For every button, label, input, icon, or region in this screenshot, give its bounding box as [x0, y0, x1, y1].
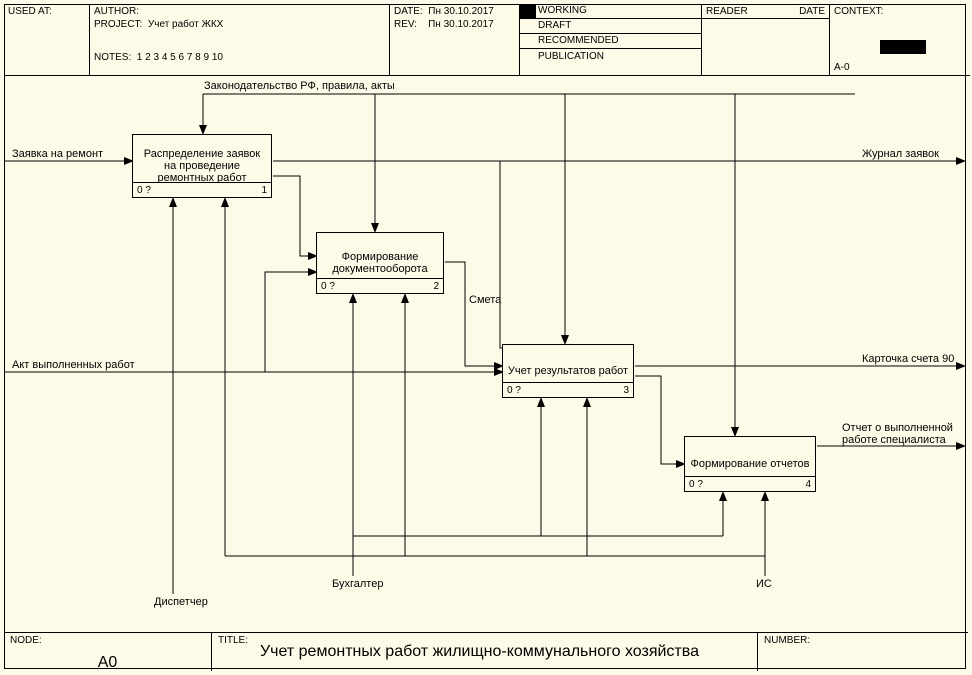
node3-right: 3 [623, 385, 629, 396]
node3-title: Учет результатов работ [508, 365, 628, 377]
status-cell: WORKING DRAFT RECOMMENDED PUBLICATION [520, 4, 702, 76]
node1-right: 1 [261, 185, 267, 196]
context-label: CONTEXT: [834, 6, 883, 17]
reader-label: READER [706, 6, 748, 17]
status-publication: PUBLICATION [520, 49, 701, 65]
diagram-body: Заявка на ремонт Акт выполненных работ З… [4, 76, 968, 637]
output-card-label: Карточка счета 90 [862, 353, 954, 365]
date-value: Пн 30.10.2017 [428, 6, 494, 17]
notes-value: 1 2 3 4 5 6 7 8 9 10 [137, 52, 223, 63]
output-report-label-2: работе специалиста [842, 434, 946, 446]
used-at-label: USED AT: [8, 6, 52, 17]
notes-label: NOTES: [94, 52, 131, 63]
node2-right: 2 [433, 281, 439, 292]
node1-title: Распределение заявок на проведение ремон… [137, 148, 267, 184]
header: USED AT: AUTHOR: PROJECT: Учет работ ЖКХ… [4, 4, 968, 76]
reader-cell: READER DATE [702, 4, 830, 76]
node3-left: 0 ? [507, 385, 521, 396]
reader-date-label: DATE [799, 6, 825, 17]
node2-left: 0 ? [321, 281, 335, 292]
output-report-label-1: Отчет о выполненной [842, 422, 953, 434]
author-cell: AUTHOR: PROJECT: Учет работ ЖКХ NOTES: 1… [90, 4, 390, 76]
status-draft: DRAFT [520, 19, 701, 34]
footer-title-cell: TITLE: Учет ремонтных работ жилищно-комм… [212, 633, 758, 671]
node-results-accounting: Учет результатов работ 0 ? 3 [502, 344, 634, 398]
context-code: A-0 [834, 62, 850, 73]
context-marker-icon [880, 40, 926, 54]
idef0-diagram: USED AT: AUTHOR: PROJECT: Учет работ ЖКХ… [0, 0, 972, 675]
output-journal-label: Журнал заявок [862, 148, 939, 160]
node-report-formation: Формирование отчетов 0 ? 4 [684, 436, 816, 492]
author-label: AUTHOR: [94, 6, 139, 17]
input-act-label: Акт выполненных работ [12, 359, 135, 371]
footer-node-cell: NODE: A0 [4, 633, 212, 671]
node4-right: 4 [805, 479, 811, 490]
footer-node-label: NODE: [10, 635, 42, 646]
node4-title: Формирование отчетов [690, 458, 809, 470]
mech-is-label: ИС [756, 578, 772, 590]
used-at-cell: USED AT: [4, 4, 90, 76]
flow-smeta-label: Смета [469, 294, 501, 306]
mech-dispatcher-label: Диспетчер [154, 596, 208, 608]
node4-left: 0 ? [689, 479, 703, 490]
rev-label: REV: [394, 19, 417, 30]
footer-number-cell: NUMBER: [758, 633, 968, 671]
footer: NODE: A0 TITLE: Учет ремонтных работ жил… [4, 632, 968, 671]
footer-title-label: TITLE: [218, 635, 248, 646]
footer-title-value: Учет ремонтных работ жилищно-коммунально… [260, 643, 699, 661]
node1-left: 0 ? [137, 185, 151, 196]
project-label: PROJECT: [94, 19, 142, 30]
input-request-label: Заявка на ремонт [12, 148, 103, 160]
node-distribute-requests: Распределение заявок на проведение ремон… [132, 134, 272, 198]
node2-title: Формирование документооборота [321, 251, 439, 275]
status-working: WORKING [520, 4, 701, 19]
node-document-flow: Формирование документооборота 0 ? 2 [316, 232, 444, 294]
rev-value: Пн 30.10.2017 [428, 19, 494, 30]
status-recommended: RECOMMENDED [520, 34, 701, 49]
project-value: Учет работ ЖКХ [148, 19, 223, 30]
date-cell: DATE: Пн 30.10.2017 REV: Пн 30.10.2017 [390, 4, 520, 76]
control-law-label: Законодательство РФ, правила, акты [204, 80, 395, 92]
mech-accountant-label: Бухгалтер [332, 578, 383, 590]
footer-node-value: A0 [10, 654, 205, 672]
date-label: DATE: [394, 6, 423, 17]
footer-number-label: NUMBER: [764, 635, 810, 646]
